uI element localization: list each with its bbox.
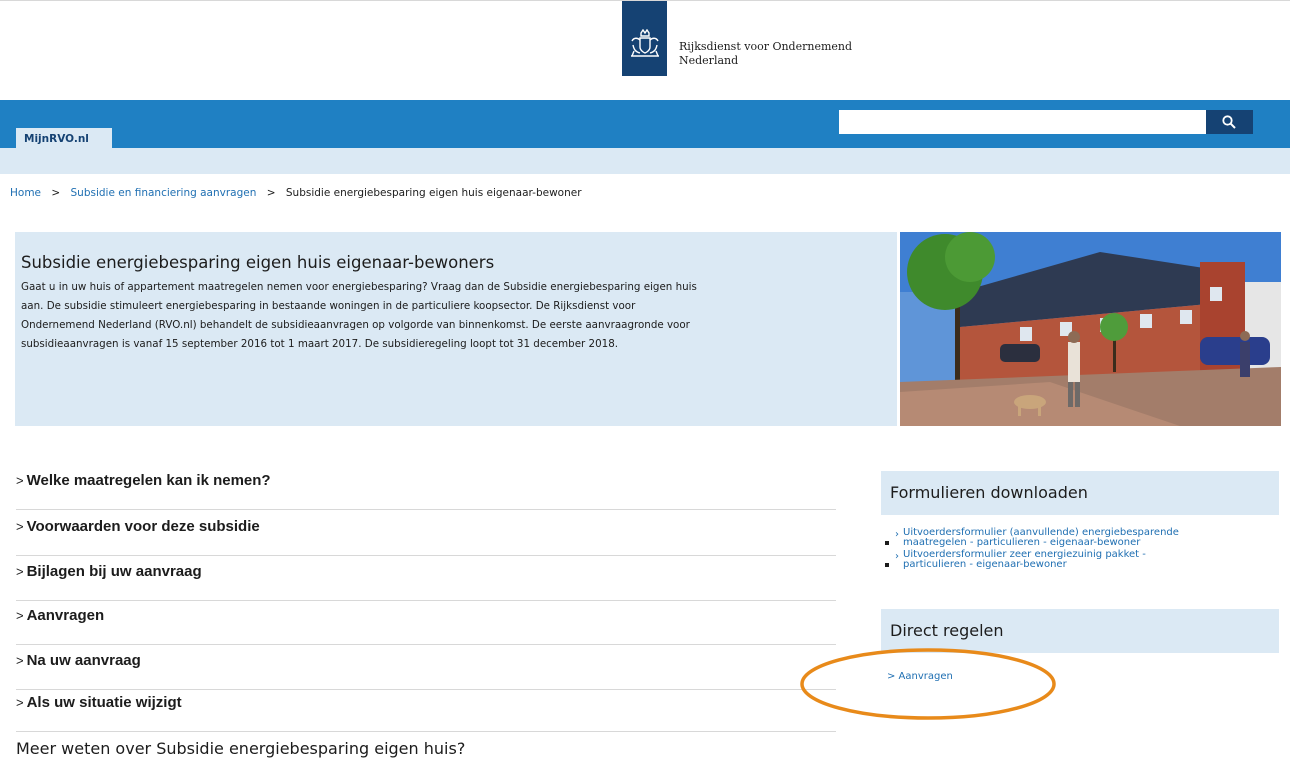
download-link[interactable]: › Uitvoerdersformulier zeer energiezuini… — [881, 550, 1279, 570]
chevron-right-icon: › — [895, 551, 899, 562]
accordion-item-voorwaarden[interactable]: > Voorwaarden voor deze subsidie — [16, 518, 836, 556]
download-link[interactable]: › Uitvoerdersformulier (aanvullende) ene… — [881, 528, 1279, 548]
breadcrumb-separator: > — [51, 187, 61, 199]
accordion-item-bijlagen[interactable]: > Bijlagen bij uw aanvraag — [16, 563, 836, 601]
accordion-item-maatregelen[interactable]: > Welke maatregelen kan ik nemen? — [16, 472, 836, 510]
download-link-line2: particulieren - eigenaar-bewoner — [903, 559, 1067, 570]
accordion-label: Aanvragen — [26, 607, 105, 624]
breadcrumb: Home > Subsidie en financiering aanvrage… — [10, 187, 582, 199]
street-photo — [900, 232, 1281, 426]
site-header: Rijksdienst voor Ondernemend Nederland — [0, 0, 1290, 100]
intro-line: subsidieaanvragen is vanaf 15 september … — [21, 338, 619, 350]
download-link-line2: maatregelen - particulieren - eigenaar-b… — [903, 537, 1141, 548]
intro-line: aan. De subsidie stimuleert energiebespa… — [21, 300, 636, 312]
intro-line: Ondernemend Nederland (RVO.nl) behandelt… — [21, 319, 690, 331]
chevron-right-icon: > — [16, 564, 24, 579]
logo-ribbon[interactable] — [622, 1, 667, 76]
org-name-line2: Nederland — [679, 54, 739, 67]
downloads-heading: Formulieren downloaden — [881, 471, 1279, 515]
intro-text: Gaat u in uw huis of appartement maatreg… — [21, 278, 881, 354]
page-title: Subsidie energiebesparing eigen huis eig… — [21, 253, 495, 272]
chevron-right-icon: > — [16, 608, 24, 623]
chevron-right-icon: > — [16, 695, 24, 710]
breadcrumb-subsidie[interactable]: Subsidie en financiering aanvragen — [71, 187, 257, 199]
org-name[interactable]: Rijksdienst voor Ondernemend Nederland — [679, 40, 852, 68]
accordion-item-na-aanvraag[interactable]: > Na uw aanvraag — [16, 652, 836, 690]
downloads-list: › Uitvoerdersformulier (aanvullende) ene… — [881, 528, 1279, 572]
direct-regelen-heading: Direct regelen — [881, 609, 1279, 653]
bullet-icon — [885, 563, 889, 567]
chevron-right-icon: > — [16, 473, 24, 488]
breadcrumb-separator: > — [266, 187, 276, 199]
accordion-item-aanvragen[interactable]: > Aanvragen — [16, 607, 836, 645]
accordion-label: Voorwaarden voor deze subsidie — [26, 518, 260, 535]
tab-mijnrvo[interactable]: MijnRVO.nl — [16, 128, 112, 148]
breadcrumb-home[interactable]: Home — [10, 187, 41, 199]
search-button[interactable] — [1206, 110, 1253, 134]
breadcrumb-current: Subsidie energiebesparing eigen huis eig… — [285, 187, 582, 199]
accordion-label: Welke maatregelen kan ik nemen? — [26, 472, 271, 489]
highlight-ellipse — [800, 648, 1056, 720]
bullet-icon — [885, 541, 889, 545]
chevron-right-icon: > — [16, 519, 24, 534]
intro-line: Gaat u in uw huis of appartement maatreg… — [21, 281, 697, 293]
accordion-label: Bijlagen bij uw aanvraag — [26, 563, 202, 580]
accordion-label: Als uw situatie wijzigt — [26, 694, 182, 711]
chevron-right-icon: > — [16, 653, 24, 668]
coat-of-arms-icon — [631, 29, 659, 57]
org-name-line1: Rijksdienst voor Ondernemend — [679, 40, 853, 53]
search-input[interactable] — [839, 110, 1206, 134]
sub-nav-bar — [0, 148, 1290, 174]
accordion-item-situatie[interactable]: > Als uw situatie wijzigt — [16, 694, 836, 732]
more-info-heading: Meer weten over Subsidie energiebesparin… — [16, 739, 466, 758]
chevron-right-icon: › — [895, 529, 899, 540]
aanvragen-link[interactable]: > Aanvragen — [887, 671, 953, 682]
accordion-label: Na uw aanvraag — [26, 652, 141, 669]
search-icon — [1222, 115, 1236, 129]
